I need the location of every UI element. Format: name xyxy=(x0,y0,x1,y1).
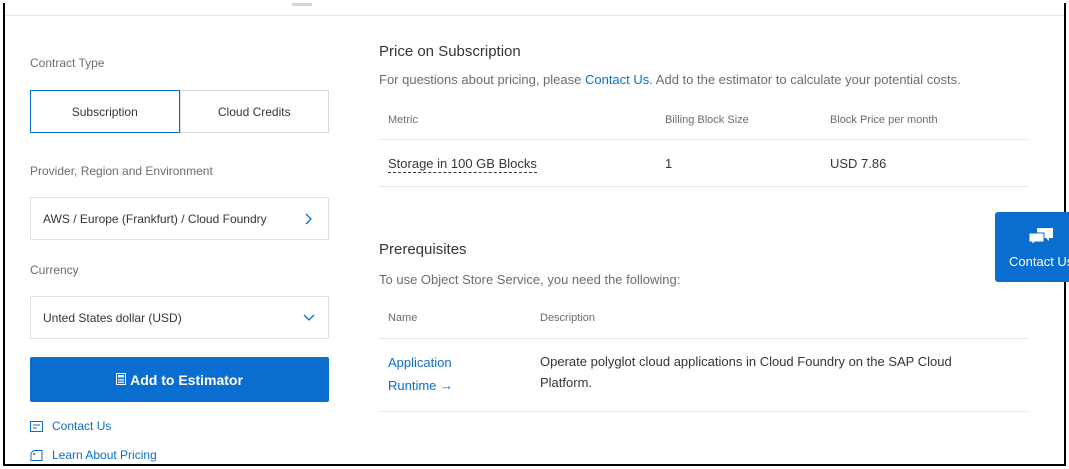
provider-value: AWS / Europe (Frankfurt) / Cloud Foundry xyxy=(43,211,267,226)
prerequisites-title: Prerequisites xyxy=(379,241,467,258)
chevron-down-icon xyxy=(302,311,316,325)
chat-bubbles-icon xyxy=(1028,228,1053,251)
contract-option-subscription[interactable]: Subscription xyxy=(30,90,180,133)
contact-us-link-label: Contact Us xyxy=(52,419,112,433)
block-price-cell: USD 7.86 xyxy=(830,156,887,171)
prereq-name-line2: Runtime → xyxy=(388,378,454,393)
contract-option-cloud-credits[interactable]: Cloud Credits xyxy=(179,91,329,132)
col-metric: Metric xyxy=(388,114,418,126)
prereq-description-line2: Platform. xyxy=(540,375,593,390)
metric-value: Storage in 100 GB Blocks xyxy=(388,156,537,173)
col-name: Name xyxy=(388,312,418,324)
contact-us-floating-label: Contact Us xyxy=(1009,254,1069,269)
contract-type-selector: Subscription Cloud Credits xyxy=(30,90,329,133)
pricing-subtitle-suffix: . Add to the estimator to calculate your… xyxy=(649,72,961,87)
contact-us-link[interactable]: Contact Us xyxy=(30,419,111,433)
pricing-subtitle-prefix: For questions about pricing, please xyxy=(379,72,585,87)
pricing-contact-link[interactable]: Contact Us xyxy=(585,72,649,87)
provider-select[interactable]: AWS / Europe (Frankfurt) / Cloud Foundry xyxy=(30,197,329,240)
currency-label: Currency xyxy=(30,263,79,277)
contract-type-label: Contract Type xyxy=(30,56,105,70)
application-runtime-link[interactable]: Application Runtime → xyxy=(388,351,453,397)
contact-us-floating-button[interactable]: Contact Us xyxy=(995,212,1069,282)
pricing-tag-icon xyxy=(30,448,44,462)
billing-block-size-cell: 1 xyxy=(665,156,673,171)
col-billing-block-size: Billing Block Size xyxy=(665,114,749,126)
prerequisites-subtitle: To use Object Store Service, you need th… xyxy=(379,272,681,287)
prerequisites-table: Name Description Application Runtime → O… xyxy=(379,298,1027,412)
chevron-right-icon xyxy=(302,212,316,226)
add-to-estimator-label: Add to Estimator xyxy=(130,371,243,388)
table-row: Storage in 100 GB Blocks 1 USD 7.86 xyxy=(379,140,1027,187)
table-row: Application Runtime → Operate polyglot c… xyxy=(379,339,1027,412)
price-section-subtitle: For questions about pricing, please Cont… xyxy=(379,72,961,87)
currency-select[interactable]: Unted States dollar (USD) xyxy=(30,296,329,339)
provider-label: Provider, Region and Environment xyxy=(30,164,213,178)
col-description: Description xyxy=(540,312,596,324)
learn-about-pricing-link-label: Learn About Pricing xyxy=(52,448,157,462)
prereq-description-line1: Operate polyglot cloud applications in C… xyxy=(540,354,952,369)
col-block-price: Block Price per month xyxy=(830,114,938,126)
price-section-title: Price on Subscription xyxy=(379,43,521,60)
calculator-icon xyxy=(116,372,127,388)
add-to-estimator-button[interactable]: Add to Estimator xyxy=(30,357,329,402)
currency-value: Unted States dollar (USD) xyxy=(43,310,182,325)
prereq-name-line1: Application xyxy=(388,355,452,370)
metric-cell[interactable]: Storage in 100 GB Blocks xyxy=(388,156,537,173)
learn-about-pricing-link[interactable]: Learn About Pricing xyxy=(30,448,157,462)
prerequisites-table-header: Name Description xyxy=(379,298,1027,339)
message-icon xyxy=(30,419,44,433)
prereq-description: Operate polyglot cloud applications in C… xyxy=(540,351,952,393)
pricing-table-header: Metric Billing Block Size Block Price pe… xyxy=(379,100,1027,140)
pricing-table: Metric Billing Block Size Block Price pe… xyxy=(379,100,1027,187)
